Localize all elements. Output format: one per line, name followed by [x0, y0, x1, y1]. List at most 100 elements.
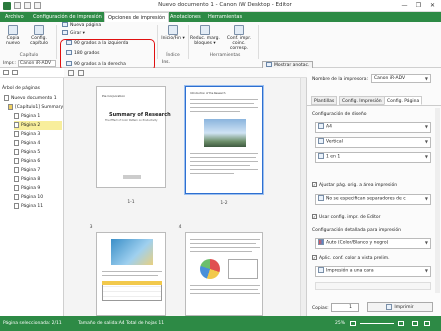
tab-print-config[interactable]: Config. Impresión	[339, 96, 385, 105]
close-button[interactable]: ✕	[426, 1, 439, 10]
preview-toolbar	[64, 68, 307, 78]
zoom-in-icon[interactable]	[398, 321, 404, 326]
color-icon	[318, 239, 324, 245]
insert-tab-button[interactable]: Inicio/Fin ▾	[160, 25, 186, 41]
tab-herramientas[interactable]: Herramientas	[205, 12, 245, 22]
insert-print-button[interactable]: Ins.	[162, 60, 170, 65]
page-thumb-2[interactable]: Introduction of the Research	[185, 86, 263, 194]
page-icon	[14, 202, 19, 209]
collapse-icon[interactable]	[12, 70, 18, 75]
more-settings-row[interactable]	[315, 282, 431, 290]
use-editor-config-checkbox[interactable]: ✓ Usar config. impr. de Editor	[312, 214, 380, 220]
reduce-margin-button[interactable]: Reduc. marg. bloques ▾	[190, 25, 220, 46]
orientation-select[interactable]: Vertical ▼	[315, 137, 431, 148]
text-line	[190, 251, 252, 252]
text-line	[190, 165, 250, 166]
tab-page-config[interactable]: Config. Página	[384, 96, 423, 105]
text-line	[190, 285, 260, 286]
chapter-settings-icon	[34, 25, 44, 35]
checkbox-checked-icon: ✓	[312, 214, 317, 219]
page-thumb-3[interactable]	[96, 232, 166, 316]
tree-page-label: Página 1	[21, 114, 41, 119]
tree-page-item[interactable]: Página 10	[14, 193, 62, 202]
page-thumb-4[interactable]	[185, 232, 263, 316]
layout-section-title: Configuración de diseño	[312, 112, 367, 117]
output-size-status: Tamaño de salida:A4	[78, 321, 125, 326]
orientation-icon	[318, 138, 324, 144]
zoom-out-icon[interactable]	[350, 321, 356, 326]
settings-scrollbar[interactable]	[435, 108, 440, 293]
apply-color-checkbox[interactable]: ✓ Aplic. conf. color a vista prelim.	[312, 255, 390, 261]
paper-size-select[interactable]: A4 ▼	[315, 122, 431, 133]
preview-scrollbar[interactable]	[300, 78, 306, 316]
tree-page-item[interactable]: Página 2	[14, 121, 62, 130]
chevron-down-icon: ▼	[424, 154, 428, 159]
chevron-down-icon: ▼	[424, 124, 428, 129]
pages-per-sheet-select[interactable]: 1 en 1 ▼	[315, 152, 431, 163]
tree-page-label: Página 2	[21, 123, 41, 128]
flip-button[interactable]: Girar ▾	[62, 30, 85, 38]
tree-page-label: Página 5	[21, 150, 41, 155]
tree-page-item[interactable]: Página 11	[14, 202, 62, 211]
group-divider	[56, 25, 57, 59]
printer-name-select[interactable]: Canon iR-ADV ▼	[371, 74, 431, 83]
tree-page-item[interactable]: Página 1	[14, 112, 62, 121]
annotation-icon	[266, 62, 272, 67]
printer-icon	[386, 303, 393, 310]
save-icon[interactable]	[14, 2, 21, 9]
match-print-config-button[interactable]: Conf. impr. coinc. corresp.	[223, 25, 255, 51]
tree-page-item[interactable]: Página 9	[14, 184, 62, 193]
print-quick-icon[interactable]	[24, 2, 31, 9]
fit-to-area-checkbox[interactable]: ✓ Ajustar pág. orig. a área impresión	[312, 182, 397, 188]
undo-icon[interactable]	[34, 2, 41, 9]
maximize-button[interactable]: ❐	[412, 1, 425, 10]
zoom-slider[interactable]	[360, 323, 394, 324]
tab-config-impresion[interactable]: Configuración de impresión	[30, 12, 105, 22]
separator-select[interactable]: No se especifican separadores de c ▼	[315, 194, 431, 205]
tab-anotaciones[interactable]: Anotaciones	[167, 12, 204, 22]
page-icon	[14, 157, 19, 164]
minimize-button[interactable]: —	[398, 1, 411, 10]
chevron-down-icon: ▼	[424, 240, 428, 245]
grid-view-icon[interactable]	[78, 70, 84, 76]
tree-page-item[interactable]: Página 7	[14, 166, 62, 175]
config-chapter-button[interactable]: Config. capítulo	[26, 25, 52, 46]
text-line	[102, 275, 158, 276]
expand-icon[interactable]	[3, 70, 9, 75]
flip-icon	[62, 30, 68, 35]
page-icon	[14, 148, 19, 155]
color-mode-select[interactable]: Auto (Color/Blanco y negro) ▼	[315, 238, 431, 249]
tab-templates[interactable]: Plantillas	[311, 96, 338, 105]
tree-page-label: Página 7	[21, 168, 41, 173]
chevron-down-icon: ▼	[424, 196, 428, 201]
text-line	[190, 157, 256, 158]
print-config-icon	[234, 25, 244, 35]
table-header-band	[102, 281, 162, 285]
status-bar: Página seleccionada: 2/11 Tamaño de sali…	[0, 316, 441, 331]
tree-page-item[interactable]: Página 6	[14, 157, 62, 166]
tree-page-item[interactable]: Página 3	[14, 130, 62, 139]
text-line	[190, 289, 258, 290]
tree-page-item[interactable]: Página 5	[14, 148, 62, 157]
view-mode-icon[interactable]	[68, 70, 74, 76]
duplex-select[interactable]: Impresión a una cara ▼	[315, 266, 431, 277]
tree-root[interactable]: Nuevo documento 1	[4, 94, 57, 103]
new-page-button[interactable]: Nueva página	[62, 22, 101, 30]
tab-opciones-impresion[interactable]: Opciones de impresión	[104, 12, 170, 22]
p1-footer	[123, 175, 141, 179]
print-button[interactable]: Imprimir	[367, 302, 433, 312]
printer-select[interactable]: Canon iR-ADV	[18, 60, 56, 67]
page-thumb-1[interactable]: Pie Corporation Summary of Research The …	[96, 86, 171, 188]
two-page-icon[interactable]	[424, 321, 430, 326]
p1-org: Pie Corporation	[102, 94, 126, 98]
page-tree: Árbol de páginas Nuevo documento 1 [Capí…	[0, 78, 78, 316]
copy-new-button[interactable]: Copia nuevo	[3, 25, 23, 46]
chapter-icon	[8, 103, 13, 110]
tab-archivo[interactable]: Archivo	[2, 12, 27, 22]
tree-page-item[interactable]: Página 4	[14, 139, 62, 148]
selected-page-status: Página seleccionada: 2/11	[3, 321, 62, 326]
fit-page-icon[interactable]	[412, 321, 418, 326]
copies-input[interactable]: 1	[331, 303, 359, 312]
tree-page-item[interactable]: Página 8	[14, 175, 62, 184]
tab-insert-icon	[168, 25, 178, 35]
